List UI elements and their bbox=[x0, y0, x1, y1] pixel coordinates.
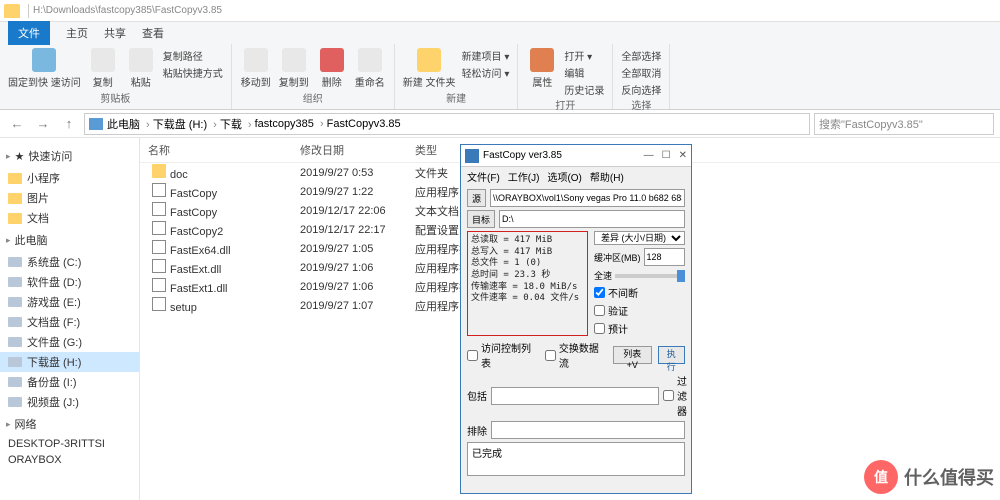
rename-button[interactable]: 重命名 bbox=[354, 48, 386, 89]
dlg-menu-job[interactable]: 工作(J) bbox=[508, 169, 540, 183]
exclude-input[interactable] bbox=[491, 421, 685, 439]
sidebar-drive[interactable]: 游戏盘 (E:) bbox=[0, 292, 139, 312]
location-bar: ← → ↑ 此电脑 下载盘 (H:) 下载 fastcopy385 FastCo… bbox=[0, 110, 1000, 138]
select-all[interactable]: 全部选择 bbox=[621, 48, 661, 63]
move-button[interactable]: 移动到 bbox=[240, 48, 272, 89]
paste-button[interactable]: 粘贴 bbox=[125, 48, 157, 89]
address-bar[interactable]: 此电脑 下载盘 (H:) 下载 fastcopy385 FastCopyv3.8… bbox=[84, 113, 810, 135]
copy-button[interactable]: 复制 bbox=[87, 48, 119, 89]
dst-input[interactable] bbox=[499, 210, 685, 228]
sidebar-drive[interactable]: 系统盘 (C:) bbox=[0, 252, 139, 272]
sidebar-item[interactable]: 图片 bbox=[0, 188, 139, 208]
sidebar-drive[interactable]: 备份盘 (I:) bbox=[0, 372, 139, 392]
menubar: 文件 主页 共享 查看 bbox=[0, 22, 1000, 44]
sidebar-drive[interactable]: 下载盘 (H:) bbox=[0, 352, 139, 372]
menu-share[interactable]: 共享 bbox=[104, 25, 126, 41]
buffer-input[interactable] bbox=[644, 248, 686, 266]
estimate-check[interactable]: 预计 bbox=[594, 321, 685, 336]
execute-button[interactable]: 执行 bbox=[658, 346, 686, 364]
pc-icon bbox=[89, 118, 103, 130]
open-item[interactable]: 打开 ▾ bbox=[564, 48, 604, 63]
header-name[interactable]: 名称 bbox=[140, 142, 300, 158]
sidebar-item[interactable]: 小程序 bbox=[0, 168, 139, 188]
app-icon bbox=[465, 149, 479, 163]
sidebar-drive[interactable]: 软件盘 (D:) bbox=[0, 272, 139, 292]
include-input[interactable] bbox=[491, 387, 659, 405]
delete-button[interactable]: 删除 bbox=[316, 48, 348, 89]
forward-button[interactable]: → bbox=[32, 113, 54, 135]
back-button[interactable]: ← bbox=[6, 113, 28, 135]
newfolder-button[interactable]: 新建 文件夹 bbox=[403, 48, 456, 89]
minimize-icon[interactable]: — bbox=[644, 150, 654, 161]
stats-box: 总读取 = 417 MiB总写入 = 417 MiB总文件 = 1 (0)总时间… bbox=[467, 231, 588, 336]
title-path: H:\Downloads\fastcopy385\FastCopyv3.85 bbox=[33, 5, 222, 16]
dlg-menu-help[interactable]: 帮助(H) bbox=[590, 169, 624, 183]
edit-item[interactable]: 编辑 bbox=[564, 65, 604, 80]
maximize-icon[interactable]: ☐ bbox=[662, 150, 671, 161]
acl-check[interactable]: 访问控制列表 bbox=[467, 340, 539, 370]
sidebar-item[interactable]: DESKTOP-3RITTSI bbox=[0, 436, 139, 452]
watermark: 值 什么值得买 bbox=[864, 460, 994, 494]
sidebar-network[interactable]: 网络 bbox=[0, 412, 139, 436]
sidebar-quick[interactable]: ★快速访问 bbox=[0, 144, 139, 168]
filter-check[interactable]: 过滤器 bbox=[663, 373, 685, 418]
fastcopy-dialog: FastCopy ver3.85 — ☐ ✕ 文件(F) 工作(J) 选项(O) 帮… bbox=[460, 144, 692, 494]
sidebar-drive[interactable]: 视频盘 (J:) bbox=[0, 392, 139, 412]
new-item[interactable]: 新建项目 ▾ bbox=[462, 48, 510, 63]
verify-check[interactable]: 验证 bbox=[594, 303, 685, 318]
speed-slider[interactable] bbox=[615, 274, 685, 278]
menu-view[interactable]: 查看 bbox=[142, 25, 164, 41]
close-icon[interactable]: ✕ bbox=[679, 150, 687, 161]
ribbon: 固定到快 速访问 复制 粘贴 复制路径粘贴快捷方式 剪贴板 移动到 复制到 删除… bbox=[0, 44, 1000, 110]
sidebar-item[interactable]: ORAYBOX bbox=[0, 452, 139, 468]
up-button[interactable]: ↑ bbox=[58, 113, 80, 135]
copyto-button[interactable]: 复制到 bbox=[278, 48, 310, 89]
src-input[interactable] bbox=[490, 189, 685, 207]
folder-icon bbox=[4, 4, 20, 18]
sidebar-drive[interactable]: 文档盘 (F:) bbox=[0, 312, 139, 332]
history-item[interactable]: 历史记录 bbox=[564, 82, 604, 97]
dialog-titlebar[interactable]: FastCopy ver3.85 — ☐ ✕ bbox=[461, 145, 691, 167]
pin-button[interactable]: 固定到快 速访问 bbox=[8, 48, 81, 89]
menu-file[interactable]: 文件 bbox=[8, 21, 50, 45]
sidebar: ★快速访问 小程序 图片 文档 此电脑 系统盘 (C:)软件盘 (D:)游戏盘 … bbox=[0, 138, 140, 500]
select-none[interactable]: 全部取消 bbox=[621, 65, 661, 80]
list-button[interactable]: 列表+V bbox=[613, 346, 651, 364]
src-button[interactable]: 源 bbox=[467, 189, 486, 207]
altstream-check[interactable]: 交换数据流 bbox=[545, 340, 607, 370]
search-input[interactable]: 搜索"FastCopyv3.85" bbox=[814, 113, 994, 135]
sidebar-thispc[interactable]: 此电脑 bbox=[0, 228, 139, 252]
select-inv[interactable]: 反向选择 bbox=[621, 82, 661, 97]
dlg-menu-file[interactable]: 文件(F) bbox=[467, 169, 500, 183]
copy-path[interactable]: 复制路径 bbox=[163, 48, 223, 63]
paste-shortcut[interactable]: 粘贴快捷方式 bbox=[163, 65, 223, 80]
dlg-menu-opt[interactable]: 选项(O) bbox=[547, 169, 581, 183]
easy-access[interactable]: 轻松访问 ▾ bbox=[462, 65, 510, 80]
menu-home[interactable]: 主页 bbox=[66, 25, 88, 41]
props-button[interactable]: 属性 bbox=[526, 48, 558, 89]
dst-button[interactable]: 目标 bbox=[467, 210, 495, 228]
window-titlebar: H:\Downloads\fastcopy385\FastCopyv3.85 bbox=[0, 0, 1000, 22]
header-date[interactable]: 修改日期 bbox=[300, 142, 415, 158]
sidebar-item[interactable]: 文档 bbox=[0, 208, 139, 228]
dialog-title: FastCopy ver3.85 bbox=[483, 150, 562, 161]
nonstop-check[interactable]: 不间断 bbox=[594, 285, 685, 300]
mode-select[interactable]: 差异 (大小/日期) bbox=[594, 231, 685, 245]
output-box: 已完成 bbox=[467, 442, 685, 476]
watermark-icon: 值 bbox=[864, 460, 898, 494]
sidebar-drive[interactable]: 文件盘 (G:) bbox=[0, 332, 139, 352]
